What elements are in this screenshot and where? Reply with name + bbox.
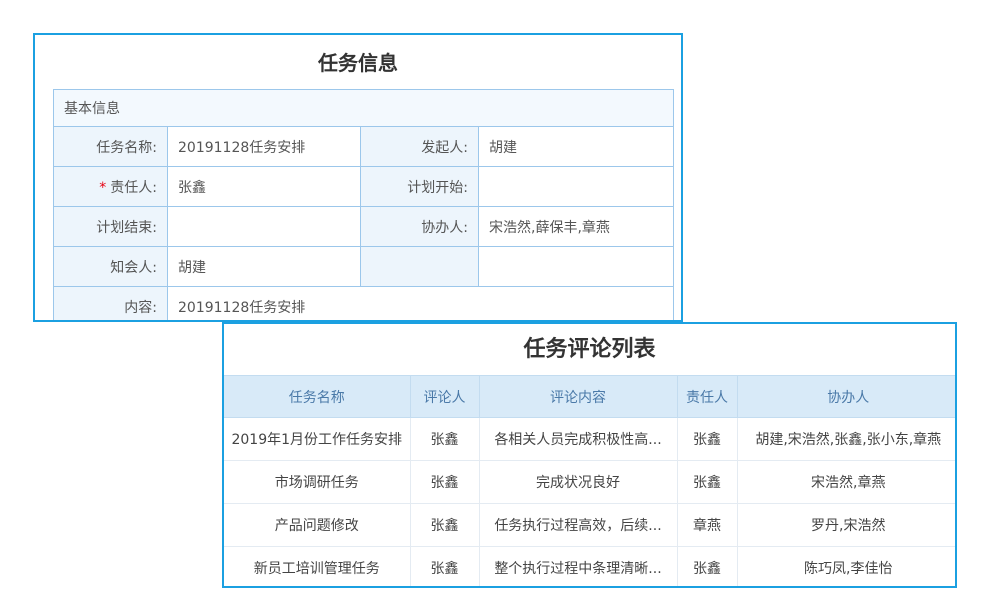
assistants-text: 胡建,宋浩然,张鑫,张小东,章燕	[737, 418, 957, 461]
field-label-informed: 知会人:	[54, 247, 168, 287]
field-label-plan-end: 计划结束:	[54, 207, 168, 247]
commenter-link[interactable]: 张鑫	[410, 547, 479, 589]
field-label-owner-text: 责任人:	[110, 180, 157, 196]
column-header-task-name: 任务名称	[224, 376, 410, 418]
field-value-plan-end	[168, 207, 361, 247]
field-label-content: 内容:	[54, 287, 168, 323]
field-label-task-name: 任务名称:	[54, 127, 168, 167]
field-value-informed: 胡建	[168, 247, 361, 287]
comment-list-table: 任务名称 评论人 评论内容 责任人 协办人 2019年1月份工作任务安排 张鑫 …	[224, 375, 957, 588]
column-header-owner: 责任人	[677, 376, 737, 418]
field-label-assistants: 协办人:	[361, 207, 479, 247]
assistants-text: 宋浩然,章燕	[737, 461, 957, 504]
field-value-owner: 张鑫	[168, 167, 361, 207]
task-name-link[interactable]: 产品问题修改	[224, 504, 410, 547]
field-label-plan-start: 计划开始:	[361, 167, 479, 207]
commenter-link[interactable]: 张鑫	[410, 504, 479, 547]
assistants-text: 陈巧凤,李佳怡	[737, 547, 957, 589]
comment-text: 完成状况良好	[479, 461, 677, 504]
owner-link[interactable]: 章燕	[677, 504, 737, 547]
form-row-content: 内容: 20191128任务安排	[54, 287, 674, 323]
task-info-panel: 任务信息 基本信息 任务名称: 20191128任务安排 发起人: 胡建 *责任…	[33, 33, 683, 322]
column-header-assistants: 协办人	[737, 376, 957, 418]
task-name-link[interactable]: 市场调研任务	[224, 461, 410, 504]
section-header-row: 基本信息	[54, 90, 674, 127]
comment-text: 整个执行过程中条理清晰...	[479, 547, 677, 589]
comment-text: 各相关人员完成积极性高...	[479, 418, 677, 461]
column-header-comment: 评论内容	[479, 376, 677, 418]
table-row: 市场调研任务 张鑫 完成状况良好 张鑫 宋浩然,章燕	[224, 461, 957, 504]
section-header: 基本信息	[54, 90, 674, 127]
form-row: 任务名称: 20191128任务安排 发起人: 胡建	[54, 127, 674, 167]
field-value-plan-start	[479, 167, 674, 207]
owner-link[interactable]: 张鑫	[677, 547, 737, 589]
task-name-link[interactable]: 新员工培训管理任务	[224, 547, 410, 589]
field-value-empty	[479, 247, 674, 287]
field-value-initiator: 胡建	[479, 127, 674, 167]
field-value-assistants: 宋浩然,薛保丰,章燕	[479, 207, 674, 247]
comment-list-panel: 任务评论列表 任务名称 评论人 评论内容 责任人 协办人 2019年1月份工作任…	[222, 322, 957, 588]
assistants-text: 罗丹,宋浩然	[737, 504, 957, 547]
table-row: 产品问题修改 张鑫 任务执行过程高效，后续... 章燕 罗丹,宋浩然	[224, 504, 957, 547]
field-label-owner: *责任人:	[54, 167, 168, 207]
form-row: 计划结束: 协办人: 宋浩然,薛保丰,章燕	[54, 207, 674, 247]
task-info-title: 任务信息	[35, 49, 681, 77]
field-value-task-name: 20191128任务安排	[168, 127, 361, 167]
comment-text: 任务执行过程高效，后续...	[479, 504, 677, 547]
comment-table-header-row: 任务名称 评论人 评论内容 责任人 协办人	[224, 376, 957, 418]
commenter-link[interactable]: 张鑫	[410, 461, 479, 504]
owner-link[interactable]: 张鑫	[677, 461, 737, 504]
table-row: 新员工培训管理任务 张鑫 整个执行过程中条理清晰... 张鑫 陈巧凤,李佳怡	[224, 547, 957, 589]
field-value-content: 20191128任务安排	[168, 287, 674, 323]
table-row: 2019年1月份工作任务安排 张鑫 各相关人员完成积极性高... 张鑫 胡建,宋…	[224, 418, 957, 461]
field-label-empty	[361, 247, 479, 287]
task-info-form-table: 基本信息 任务名称: 20191128任务安排 发起人: 胡建 *责任人: 张鑫…	[53, 89, 674, 322]
required-star-icon: *	[99, 180, 106, 196]
column-header-commenter: 评论人	[410, 376, 479, 418]
owner-link[interactable]: 张鑫	[677, 418, 737, 461]
comment-list-title: 任务评论列表	[224, 335, 955, 365]
form-row: *责任人: 张鑫 计划开始:	[54, 167, 674, 207]
form-row: 知会人: 胡建	[54, 247, 674, 287]
commenter-link[interactable]: 张鑫	[410, 418, 479, 461]
field-label-initiator: 发起人:	[361, 127, 479, 167]
task-name-link[interactable]: 2019年1月份工作任务安排	[224, 418, 410, 461]
